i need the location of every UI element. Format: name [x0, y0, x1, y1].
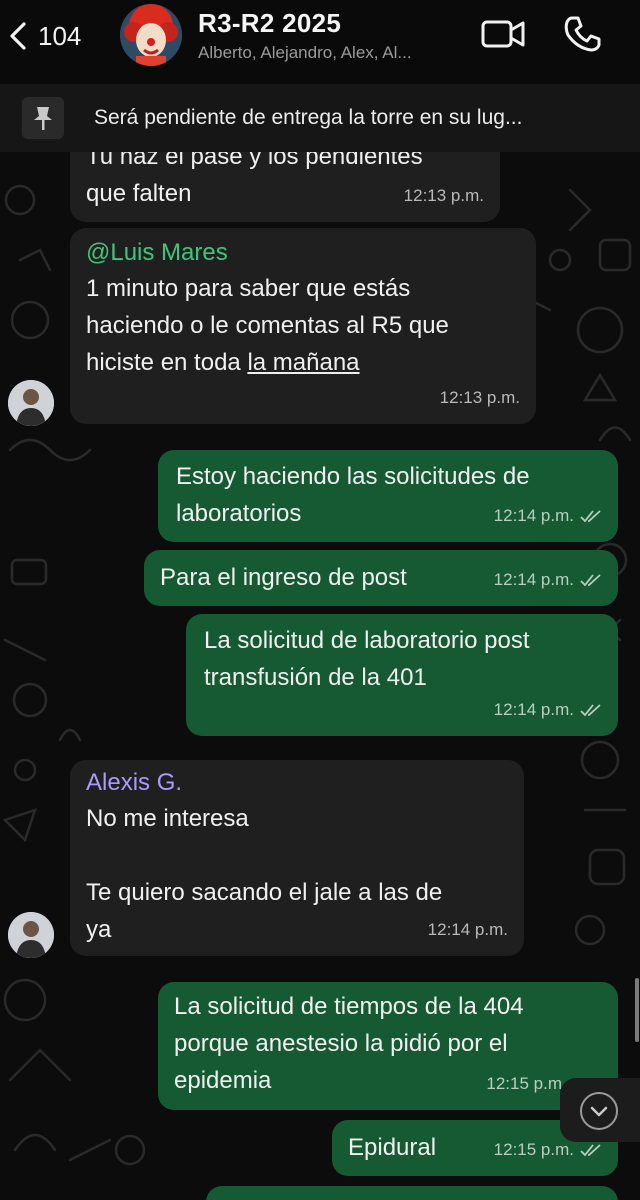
message-text: Estoy haciendo las solicitudes de [176, 463, 530, 490]
double-check-icon [580, 1143, 601, 1156]
message-time: 12:14 p.m. [427, 920, 508, 939]
chat-header: 104 R3-R2 2025 Alberto, Alejandro, Alex,… [0, 0, 640, 84]
sender-name[interactable]: Alexis G. [86, 766, 508, 800]
person-photo-avatar [8, 380, 54, 426]
sender-avatar[interactable] [8, 380, 54, 426]
message-time: 12:13 p.m. [403, 186, 484, 205]
double-check-icon [580, 703, 601, 716]
chat-title-area[interactable]: R3-R2 2025 Alberto, Alejandro, Alex, Al.… [198, 8, 468, 63]
message-bubble-incoming[interactable]: @Luis Mares 1 minuto para saber que está… [70, 228, 536, 424]
group-avatar[interactable] [120, 4, 182, 66]
underlined-phrase[interactable]: la mañana [247, 349, 359, 376]
chevron-left-icon [10, 22, 26, 50]
pin-icon [22, 97, 64, 139]
message-bubble-outgoing[interactable]: Estoy haciendo las solicitudes de labora… [158, 450, 618, 542]
pinned-message-banner[interactable]: Será pendiente de entrega la torre en su… [0, 84, 640, 152]
message-time: 12:14 p.m. [494, 497, 602, 534]
back-button[interactable]: 104 [6, 14, 116, 58]
chat-title: R3-R2 2025 [198, 8, 342, 38]
message-text: Te quiero sacando el jale a las de [86, 879, 443, 906]
message-bubble-outgoing-partial[interactable] [206, 1186, 618, 1200]
voice-call-button[interactable] [560, 12, 604, 56]
chevron-down-icon [580, 1092, 618, 1130]
double-check-icon [580, 509, 601, 522]
unread-count: 104 [38, 20, 82, 51]
message-text [86, 837, 508, 874]
double-check-icon [580, 573, 601, 586]
scrollbar-thumb[interactable] [635, 978, 639, 1042]
message-bubble-outgoing[interactable]: La solicitud de tiempos de la 404 porque… [158, 982, 618, 1110]
message-time: 12:14 p.m. [494, 691, 602, 728]
message-text: porque anestesio la pidió por el [174, 1030, 508, 1057]
participants-list: Alberto, Alejandro, Alex, Al... [198, 43, 412, 62]
message-text: La solicitud de tiempos de la 404 [174, 993, 524, 1020]
video-camera-icon [481, 20, 525, 48]
message-time: 12:13 p.m. [439, 388, 520, 407]
clown-avatar-image [120, 4, 182, 66]
message-text: 1 minuto para saber que estás [86, 275, 411, 302]
message-text: haciendo o le comentas al R5 que [86, 312, 449, 339]
message-bubble-outgoing[interactable]: Para el ingreso de post 12:14 p.m. [144, 550, 618, 606]
phone-icon [564, 16, 601, 52]
message-bubble-incoming[interactable]: Alexis G. No me interesa Te quiero sacan… [70, 760, 524, 956]
message-text: hiciste en toda la mañana [86, 349, 360, 376]
video-call-button[interactable] [480, 14, 528, 54]
message-time: 12:15 p.m [486, 1074, 562, 1093]
message-bubble-outgoing[interactable]: La solicitud de laboratorio post transfu… [186, 614, 618, 736]
message-time: 12:14 p.m. [494, 561, 602, 598]
scroll-to-bottom-button[interactable] [560, 1078, 640, 1142]
message-text: No me interesa [86, 805, 249, 832]
pinned-message-text: Será pendiente de entrega la torre en su… [94, 106, 523, 129]
mention-luis-mares[interactable]: @Luis Mares [86, 236, 520, 270]
message-text: La solicitud de laboratorio post [204, 627, 530, 654]
person-photo-avatar [8, 912, 54, 958]
sender-avatar[interactable] [8, 912, 54, 958]
